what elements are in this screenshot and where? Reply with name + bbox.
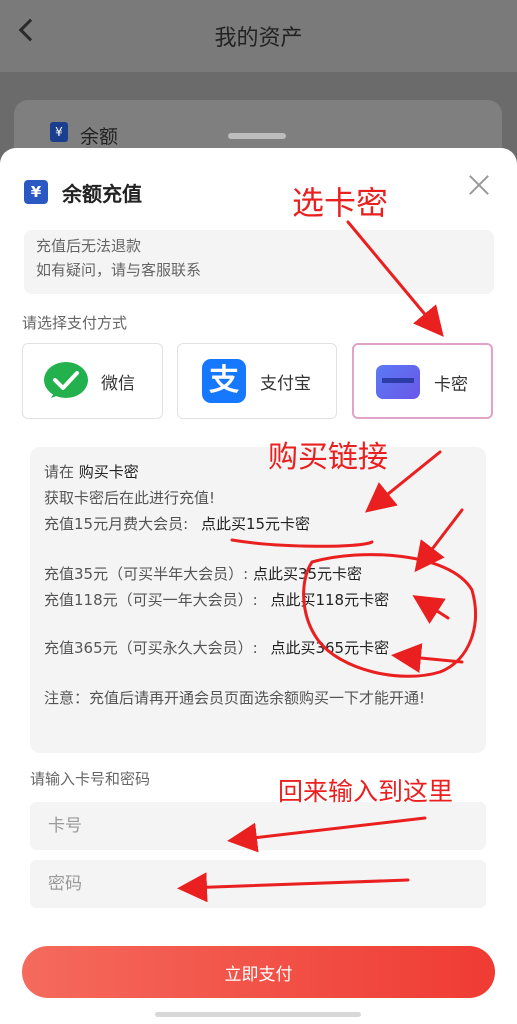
info-line-3: 充值15元月费大会员: 点此买15元卡密 [44,513,310,534]
annotation-buy-link: 购买链接 [268,440,388,475]
pay-option-label: 微信 [101,374,135,394]
pay-option-card[interactable]: 卡密 [352,343,493,419]
pay-option-alipay[interactable]: 支 支付宝 [177,343,337,419]
sheet-title: 余额充值 [62,182,142,206]
recharge-sheet: ¥ 余额充值 充值后无法退款 如有疑问，请与客服联系 请选择支付方式 微信 支 … [0,148,517,1024]
payment-method-label: 请选择支付方式 [22,314,128,332]
buy-118-link[interactable]: 点此买118元卡密 [270,591,389,609]
info-note: 注意：充值后请再开通会员页面选余额购买一下才能开通! [44,689,426,707]
buy-15-link[interactable]: 点此买15元卡密 [201,515,310,533]
input-section-label: 请输入卡号和密码 [30,770,151,788]
pay-now-button[interactable]: 立即支付 [22,946,495,998]
home-indicator [155,1012,361,1017]
balance-card-label: 余额 [80,126,119,148]
purchase-info-box: 请在 购买卡密 获取卡密后在此进行充值! 充值15元月费大会员: 点此买15元卡… [30,447,486,753]
pay-option-label: 支付宝 [260,374,311,394]
info-text: 请在 [44,463,75,481]
card-icon [376,365,420,399]
alipay-icon: 支 [202,359,246,403]
info-text: 充值35元（可买半年大会员）: [44,565,249,583]
card-number-input[interactable] [30,802,486,850]
app-header: 我的资产 [0,0,517,72]
info-line-1: 请在 购买卡密 [44,461,139,482]
wechat-icon [44,362,88,398]
info-text: 充值118元（可买一年大会员）: [44,591,258,609]
info-text: 充值365元（可买永久大会员）: [44,639,258,657]
annotation-come-back: 回来输入到这里 [278,777,454,806]
annotation-select-card: 选卡密 [292,184,389,222]
password-input[interactable] [30,860,486,908]
buy-365-link[interactable]: 点此买365元卡密 [270,639,389,657]
close-icon[interactable] [466,172,492,198]
info-line-4: 充值35元（可买半年大会员）: 点此买35元卡密 [44,563,362,584]
buy-35-link[interactable]: 点此买35元卡密 [253,565,362,583]
refund-notice: 充值后无法退款 如有疑问，请与客服联系 [24,230,494,294]
notice-line-1: 充值后无法退款 [36,237,142,255]
buy-card-link[interactable]: 购买卡密 [79,463,139,481]
yuan-icon: ¥ [50,122,68,142]
notice-line-2: 如有疑问，请与客服联系 [36,261,202,279]
info-line-6: 充值365元（可买永久大会员）: 点此买365元卡密 [44,637,389,658]
pay-option-wechat[interactable]: 微信 [22,343,163,419]
page-title: 我的资产 [214,26,303,51]
wallet-icon: ¥ [24,180,48,204]
info-text: 充值15元月费大会员: [44,515,189,533]
pay-option-label: 卡密 [434,375,468,395]
drag-handle[interactable] [228,133,286,139]
info-line-2: 获取卡密后在此进行充值! [44,489,216,507]
info-line-5: 充值118元（可买一年大会员）: 点此买118元卡密 [44,589,389,610]
